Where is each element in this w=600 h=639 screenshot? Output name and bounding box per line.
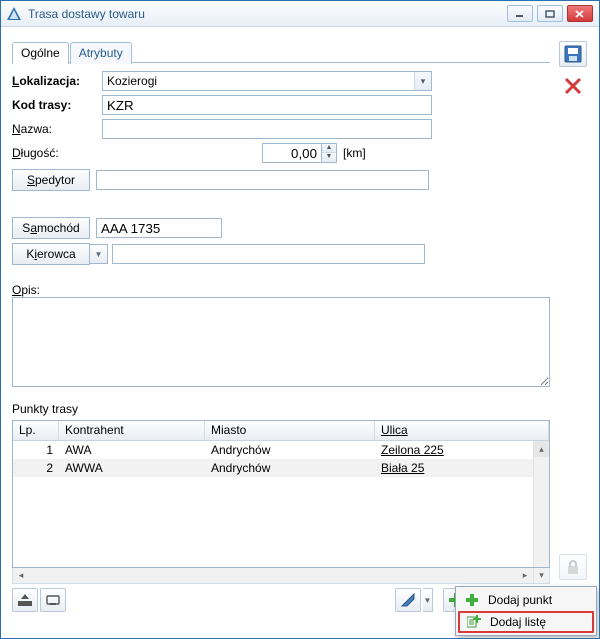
add-context-menu: Dodaj punkt Dodaj listę [455,586,597,636]
spin-up-icon[interactable]: ▲ [322,144,336,153]
label-opis: Opis: [12,283,550,297]
ruler-dropdown[interactable]: ▼ [423,588,433,612]
route-code-input[interactable] [102,95,432,115]
length-unit: [km] [343,146,366,160]
col-ulica[interactable]: Ulica [375,421,549,440]
tab-general[interactable]: Ogólne [12,42,69,64]
window-title: Trasa dostawy towaru [28,7,507,21]
import-icon [45,593,61,607]
window-buttons [507,5,593,22]
scroll-up-icon[interactable]: ▴ [534,441,549,457]
tab-strip: Ogólne Atrybuty [12,41,550,63]
ruler-icon [400,592,416,608]
length-spinner[interactable]: ▲ ▼ [262,143,337,163]
titlebar: Trasa dostawy towaru [1,1,599,27]
col-miasto[interactable]: Miasto [205,421,375,440]
label-length: ługość: [21,146,59,160]
location-value: Kozierogi [103,74,414,88]
lock-icon [565,559,581,575]
side-toolbar [558,41,588,612]
spedytor-button[interactable]: Spedytor [12,169,90,191]
lock-button[interactable] [559,554,587,580]
col-lp[interactable]: Lp. [13,421,59,440]
ruler-button[interactable] [395,588,421,612]
route-points-table: Lp. Kontrahent Miasto Ulica 1 AWA Andryc… [12,420,550,568]
samochod-input[interactable] [96,218,222,238]
window: Trasa dostawy towaru Ogólne Atrybuty Lok… [0,0,600,639]
chevron-down-icon[interactable]: ▾ [414,72,431,90]
menu-add-list-label: Dodaj listę [490,615,546,629]
client-area: Ogólne Atrybuty Lokalizacja: Kozierogi ▾… [2,27,598,637]
scroll-right-icon[interactable]: ▸ [517,570,533,581]
table-row[interactable]: 2 AWWA Andrychów Biała 25 [13,459,549,477]
scroll-left-icon[interactable]: ◂ [13,570,29,581]
samochod-button[interactable]: Samochód [12,217,90,239]
delete-button[interactable] [559,73,587,99]
label-route-code: Kod trasy: [12,98,71,112]
scroll-down-icon[interactable]: ▾ [533,568,549,583]
route-points-heading: Punkty trasy [12,402,550,416]
minimize-button[interactable] [507,5,533,22]
vertical-scrollbar[interactable]: ▴ [533,441,549,567]
col-kontrahent[interactable]: Kontrahent [59,421,205,440]
location-combo[interactable]: Kozierogi ▾ [102,71,432,91]
maximize-button[interactable] [537,5,563,22]
label-location: okalizacja: [19,74,80,88]
spin-down-icon[interactable]: ▼ [322,153,336,162]
close-button[interactable] [567,5,593,22]
horizontal-scrollbar[interactable]: ◂ ▸ ▾ [12,568,550,584]
table-body: 1 AWA Andrychów Zeilona 225 2 AWWA Andry… [13,441,549,477]
export-button[interactable] [12,588,38,612]
kierowca-input[interactable] [112,244,425,264]
length-input[interactable] [262,143,322,163]
save-icon [564,45,582,63]
menu-add-point[interactable]: Dodaj punkt [458,589,594,611]
kierowca-dropdown[interactable]: ▼ [90,244,108,264]
table-row[interactable]: 1 AWA Andrychów Zeilona 225 [13,441,549,459]
menu-add-point-label: Dodaj punkt [488,593,552,607]
list-plus-icon [466,614,482,630]
plus-icon [464,592,480,608]
tab-attributes[interactable]: Atrybuty [70,42,132,64]
spedytor-input[interactable] [96,170,429,190]
opis-textarea[interactable] [12,297,550,387]
menu-add-list[interactable]: Dodaj listę [458,611,594,633]
save-button[interactable] [559,41,587,67]
app-icon [6,6,22,22]
export-icon [17,593,33,607]
import-button[interactable] [40,588,66,612]
delete-icon [563,76,583,96]
name-input[interactable] [102,119,432,139]
kierowca-button[interactable]: Kierowca [12,243,90,265]
label-name: azwa: [21,122,52,136]
